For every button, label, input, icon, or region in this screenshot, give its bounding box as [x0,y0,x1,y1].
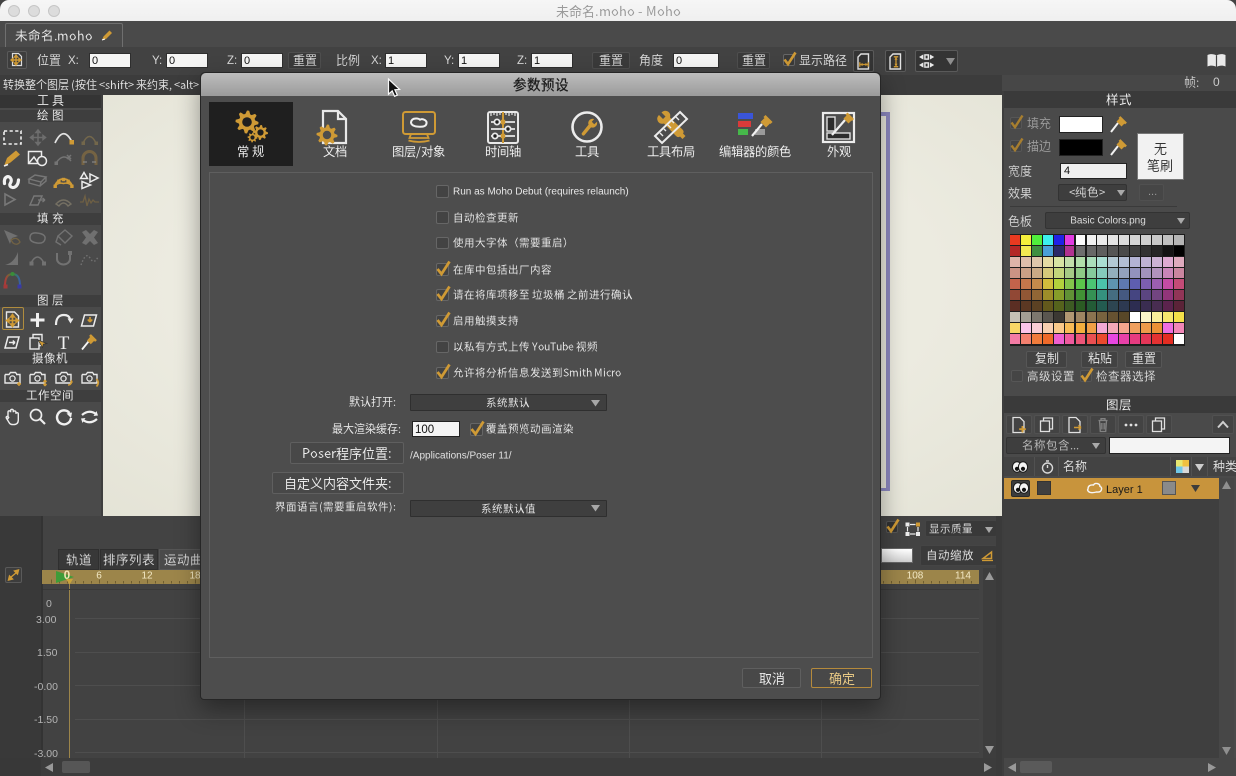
svg-text:T: T [58,333,70,354]
